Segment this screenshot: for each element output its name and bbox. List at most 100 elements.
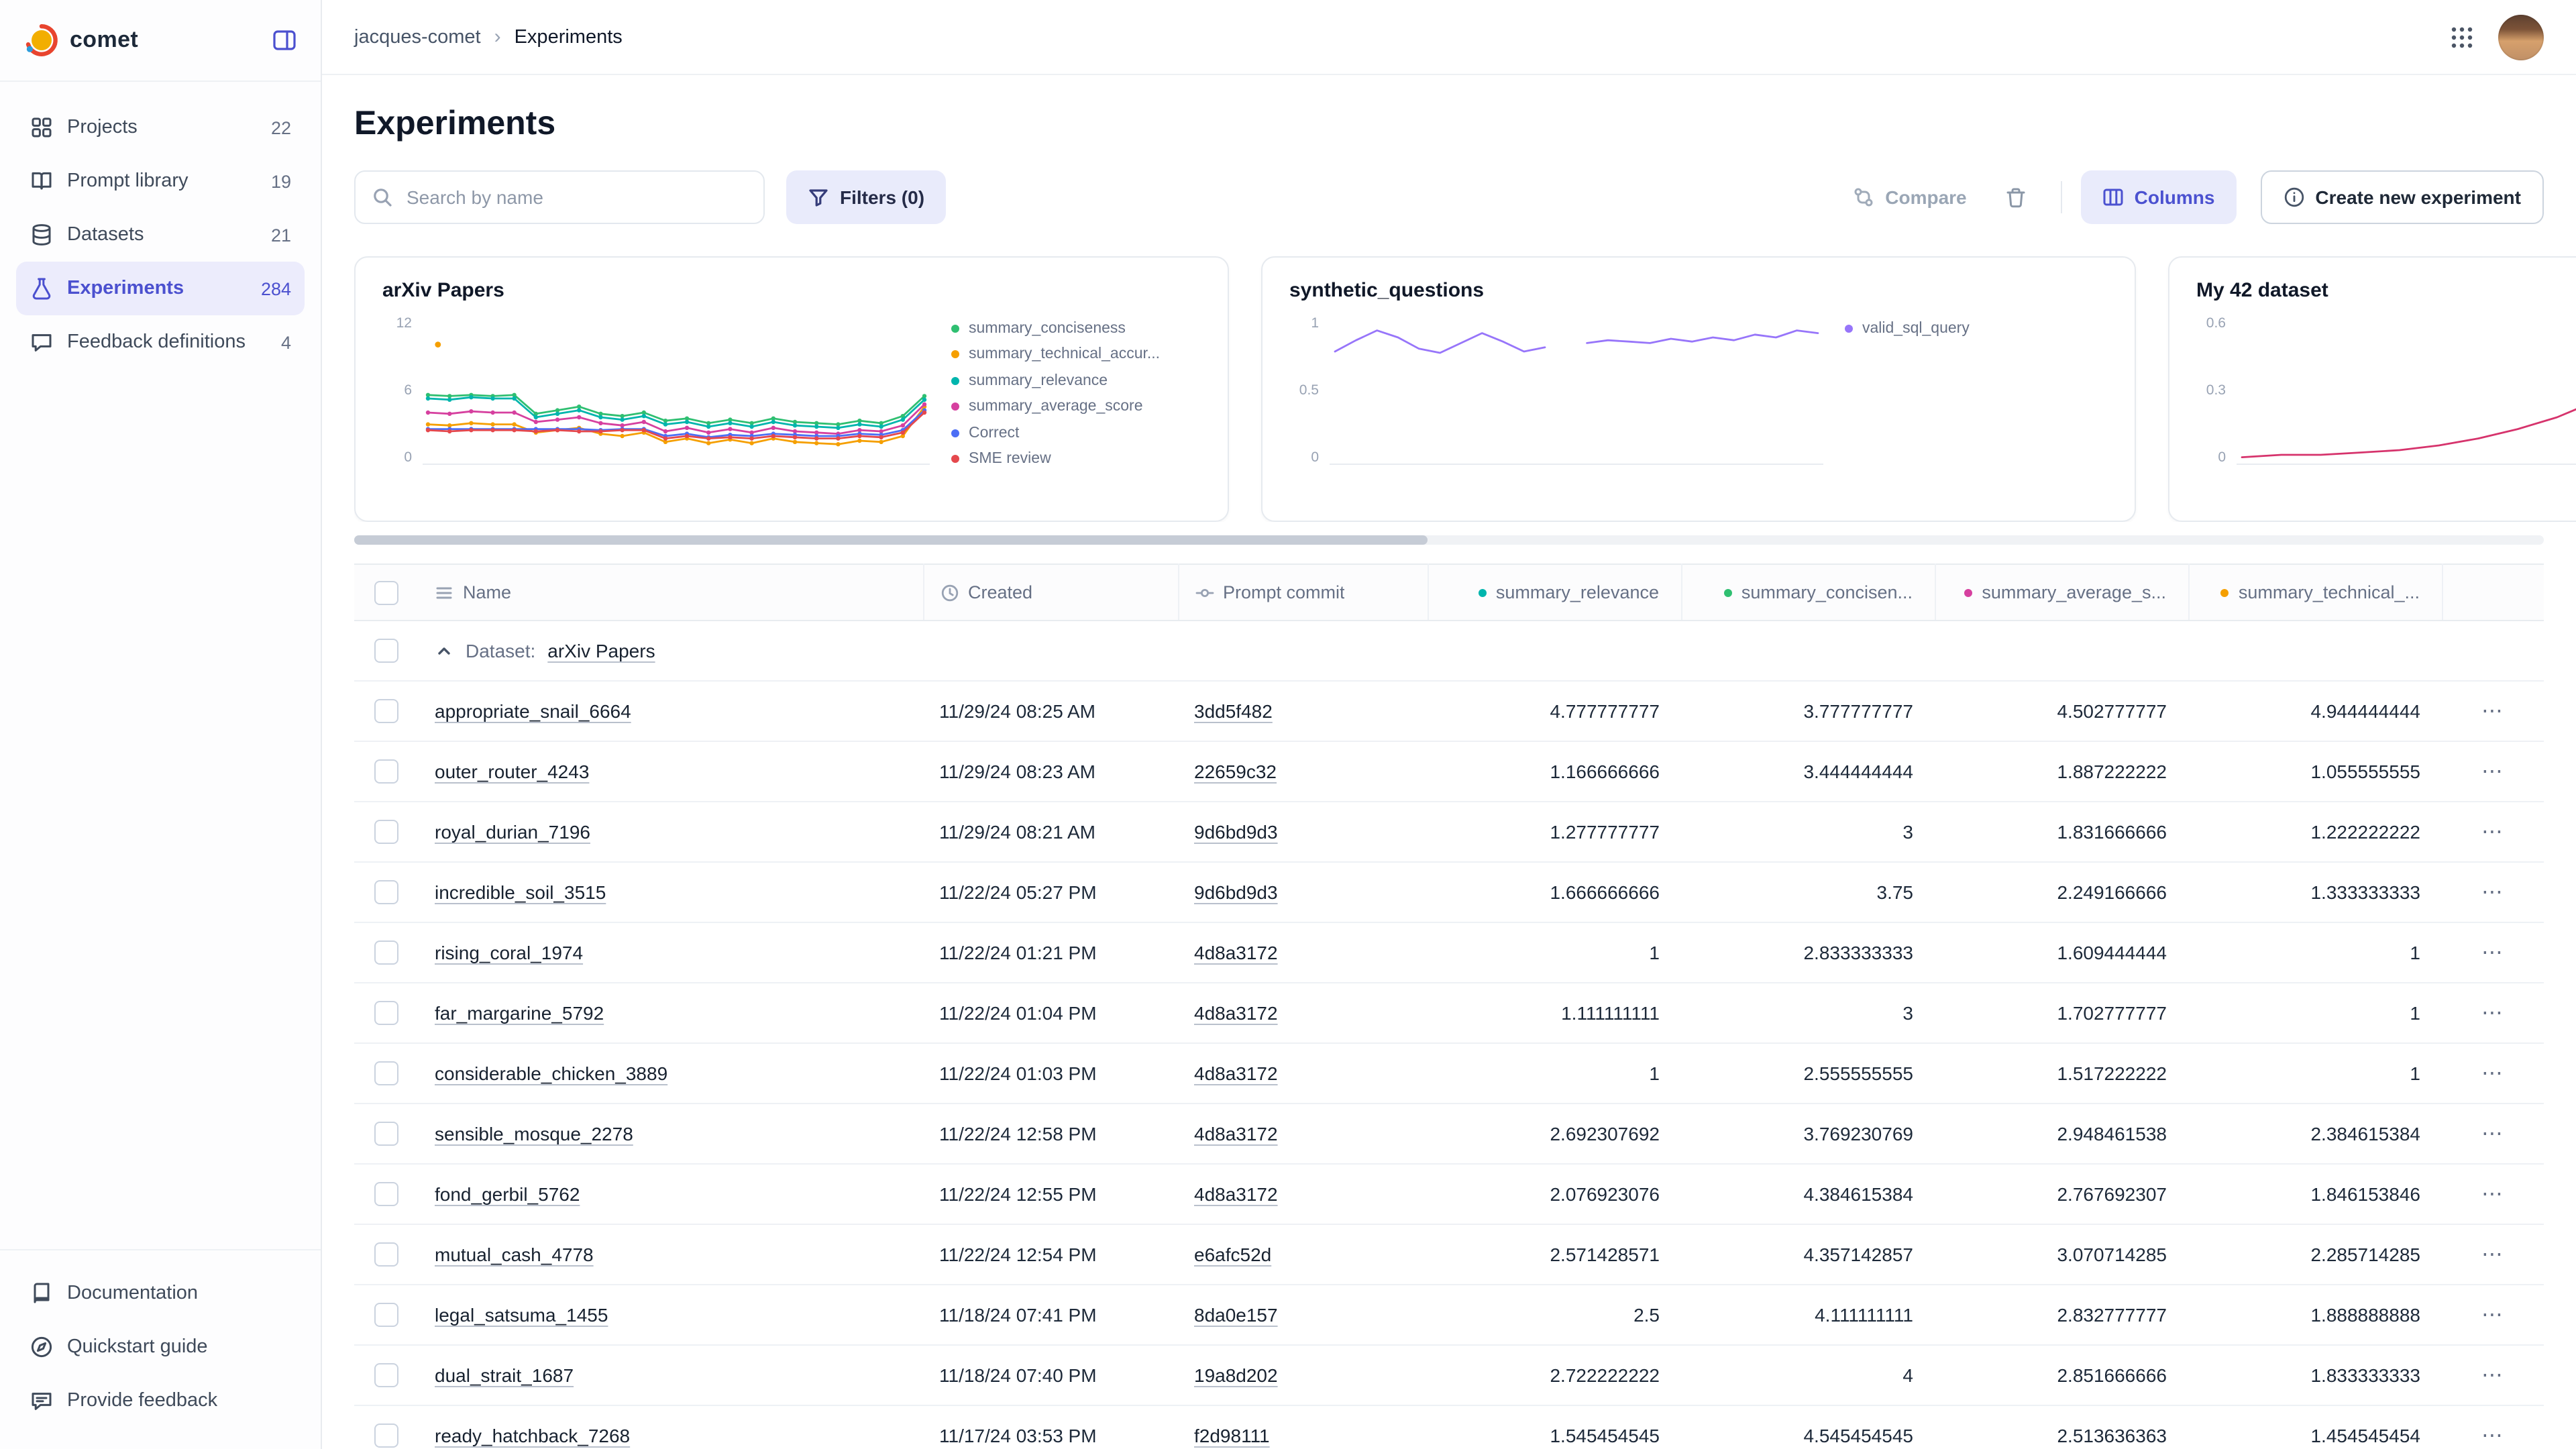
chart-card-synthetic-questions[interactable]: synthetic_questions 10.50 valid_sql_quer…: [1261, 256, 2136, 522]
comet-logo[interactable]: comet: [24, 23, 138, 58]
sidebar-toggle-icon[interactable]: [272, 28, 297, 52]
group-checkbox[interactable]: [374, 639, 398, 663]
columns-button[interactable]: Columns: [2081, 170, 2237, 224]
prompt-commit-link[interactable]: 4d8a3172: [1194, 1123, 1278, 1144]
row-checkbox[interactable]: [374, 1424, 398, 1448]
row-checkbox[interactable]: [374, 1061, 398, 1085]
sidebar-item-experiments[interactable]: Experiments 284: [16, 262, 305, 315]
line-chart: [2237, 315, 2576, 471]
apps-grid-icon[interactable]: [2450, 25, 2474, 49]
experiment-name-link[interactable]: royal_durian_7196: [435, 821, 590, 843]
row-menu-button[interactable]: ⋯: [2481, 761, 2504, 784]
cards-scrollbar-thumb[interactable]: [354, 535, 1427, 545]
prompt-commit-link[interactable]: f2d98111: [1194, 1425, 1270, 1446]
row-checkbox[interactable]: [374, 759, 398, 784]
legend-item[interactable]: summary_average_score: [951, 394, 1201, 420]
search-input[interactable]: [404, 185, 747, 209]
metric-cell-conciseness: 4.357142857: [1681, 1224, 1935, 1285]
row-checkbox[interactable]: [374, 1001, 398, 1025]
row-checkbox[interactable]: [374, 820, 398, 844]
experiment-name-link[interactable]: considerable_chicken_3889: [435, 1063, 667, 1084]
column-header-summary-relevance[interactable]: summary_relevance: [1428, 564, 1681, 621]
prompt-commit-link[interactable]: 9d6bd9d3: [1194, 881, 1278, 903]
row-menu-button[interactable]: ⋯: [2481, 1364, 2504, 1387]
column-header-name[interactable]: Name: [419, 564, 923, 621]
experiment-name-link[interactable]: fond_gerbil_5762: [435, 1183, 580, 1205]
experiment-name-link[interactable]: legal_satsuma_1455: [435, 1304, 608, 1326]
controls-right: Compare Columns Create new experiment: [1837, 170, 2544, 224]
row-menu-button[interactable]: ⋯: [2481, 1123, 2504, 1146]
row-checkbox[interactable]: [374, 1122, 398, 1146]
dataset-link[interactable]: arXiv Papers: [547, 640, 655, 661]
prompt-commit-link[interactable]: e6afc52d: [1194, 1244, 1271, 1265]
prompt-commit-link[interactable]: 4d8a3172: [1194, 1183, 1278, 1205]
chevron-up-icon[interactable]: [435, 641, 453, 660]
chart-card-title: arXiv Papers: [382, 279, 1201, 302]
prompt-commit-link[interactable]: 4d8a3172: [1194, 942, 1278, 963]
row-menu-button[interactable]: ⋯: [2481, 821, 2504, 844]
prompt-commit-link[interactable]: 3dd5f482: [1194, 700, 1273, 722]
sidebar-item-quickstart-guide[interactable]: Quickstart guide: [16, 1320, 305, 1374]
row-menu-button[interactable]: ⋯: [2481, 1183, 2504, 1206]
row-checkbox[interactable]: [374, 699, 398, 723]
projects-grid-icon: [30, 115, 54, 140]
experiment-name-link[interactable]: rising_coral_1974: [435, 942, 583, 963]
sidebar-item-projects[interactable]: Projects 22: [16, 101, 305, 154]
filters-button[interactable]: Filters (0): [786, 170, 946, 224]
row-menu-button[interactable]: ⋯: [2481, 1244, 2504, 1267]
experiment-name-link[interactable]: far_margarine_5792: [435, 1002, 604, 1024]
row-checkbox[interactable]: [374, 1303, 398, 1327]
row-checkbox[interactable]: [374, 1242, 398, 1267]
feedback-bubble-icon: [30, 330, 54, 354]
sidebar-item-prompt-library[interactable]: Prompt library 19: [16, 154, 305, 208]
row-menu-button[interactable]: ⋯: [2481, 1425, 2504, 1448]
commit-icon: [1195, 583, 1214, 602]
row-menu-button[interactable]: ⋯: [2481, 1002, 2504, 1025]
row-checkbox[interactable]: [374, 1363, 398, 1387]
prompt-commit-link[interactable]: 4d8a3172: [1194, 1063, 1278, 1084]
prompt-commit-link[interactable]: 9d6bd9d3: [1194, 821, 1278, 843]
chart-card-arxiv-papers[interactable]: arXiv Papers 1260 summary_concisenesssum…: [354, 256, 1229, 522]
row-menu-button[interactable]: ⋯: [2481, 881, 2504, 904]
column-header-prompt-commit[interactable]: Prompt commit: [1178, 564, 1428, 621]
experiment-name-link[interactable]: dual_strait_1687: [435, 1364, 574, 1386]
legend-item[interactable]: valid_sql_query: [1845, 315, 2108, 341]
experiment-name-link[interactable]: ready_hatchback_7268: [435, 1425, 630, 1446]
chart-card-my-42-dataset[interactable]: My 42 dataset 0.60.30: [2168, 256, 2576, 522]
column-header-summary-conciseness[interactable]: summary_concisen...: [1681, 564, 1935, 621]
row-menu-button[interactable]: ⋯: [2481, 942, 2504, 965]
prompt-commit-link[interactable]: 4d8a3172: [1194, 1002, 1278, 1024]
breadcrumb-workspace[interactable]: jacques-comet: [354, 26, 481, 48]
sidebar-item-feedback-definitions[interactable]: Feedback definitions 4: [16, 315, 305, 369]
row-menu-button[interactable]: ⋯: [2481, 700, 2504, 723]
create-new-experiment-button[interactable]: Create new experiment: [2260, 170, 2544, 224]
column-header-summary-average-score[interactable]: summary_average_s...: [1935, 564, 2188, 621]
legend-item[interactable]: summary_relevance: [951, 368, 1201, 394]
prompt-commit-link[interactable]: 22659c32: [1194, 761, 1277, 782]
experiment-name-link[interactable]: mutual_cash_4778: [435, 1244, 594, 1265]
row-checkbox[interactable]: [374, 941, 398, 965]
legend-item[interactable]: summary_conciseness: [951, 315, 1201, 341]
column-header-summary-technical-accuracy[interactable]: summary_technical_...: [2188, 564, 2442, 621]
sidebar-item-documentation[interactable]: Documentation: [16, 1267, 305, 1320]
experiment-name-link[interactable]: sensible_mosque_2278: [435, 1123, 633, 1144]
experiment-name-link[interactable]: appropriate_snail_6664: [435, 700, 631, 722]
compare-button[interactable]: Compare: [1837, 170, 1982, 224]
delete-button[interactable]: [1991, 170, 2042, 224]
row-checkbox[interactable]: [374, 880, 398, 904]
row-menu-button[interactable]: ⋯: [2481, 1304, 2504, 1327]
avatar[interactable]: [2498, 14, 2544, 60]
row-menu-button[interactable]: ⋯: [2481, 1063, 2504, 1085]
experiment-name-link[interactable]: incredible_soil_3515: [435, 881, 606, 903]
column-header-created[interactable]: Created: [923, 564, 1178, 621]
experiment-name-link[interactable]: outer_router_4243: [435, 761, 589, 782]
legend-item[interactable]: SME review: [951, 446, 1201, 471]
sidebar-item-provide-feedback[interactable]: Provide feedback: [16, 1374, 305, 1428]
prompt-commit-link[interactable]: 8da0e157: [1194, 1304, 1278, 1326]
legend-item[interactable]: summary_technical_accur...: [951, 341, 1201, 368]
select-all-checkbox[interactable]: [374, 580, 398, 604]
prompt-commit-link[interactable]: 19a8d202: [1194, 1364, 1278, 1386]
sidebar-item-datasets[interactable]: Datasets 21: [16, 208, 305, 262]
row-checkbox[interactable]: [374, 1182, 398, 1206]
legend-item[interactable]: Correct: [951, 420, 1201, 446]
